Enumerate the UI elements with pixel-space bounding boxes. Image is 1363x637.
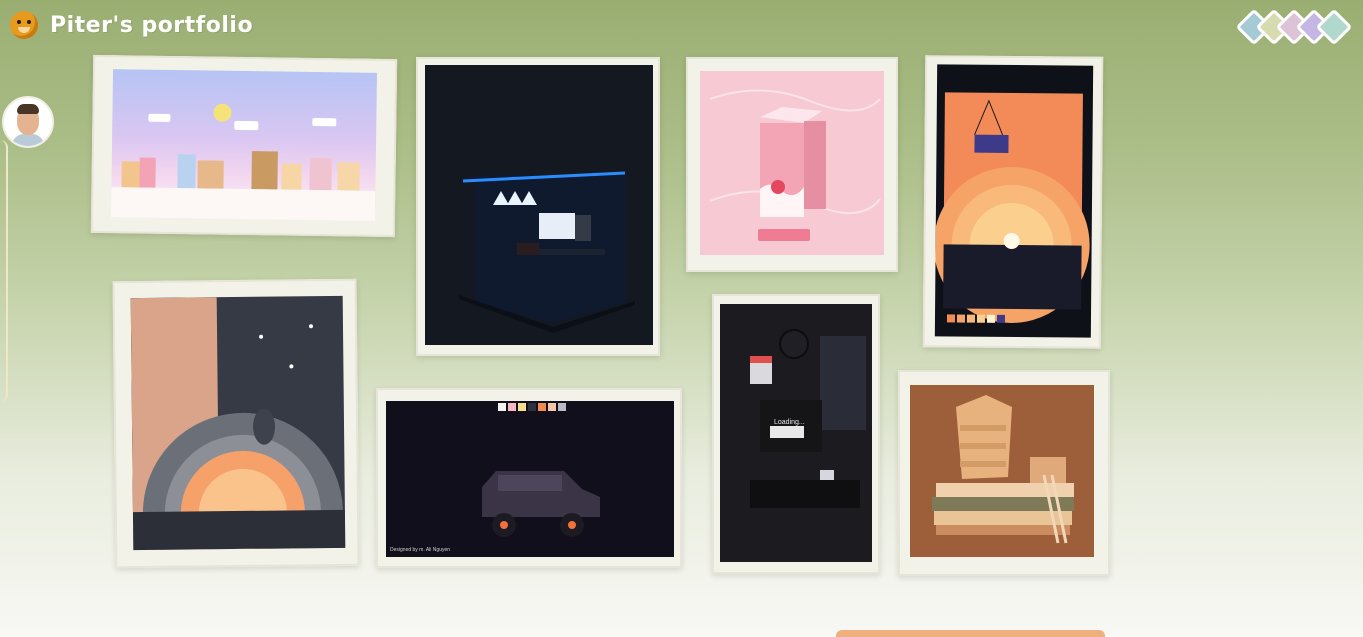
frame-pastel-town[interactable] — [90, 54, 398, 238]
header: Piter's portfolio — [10, 8, 253, 42]
loading-screen-artwork: Loading... — [720, 304, 872, 562]
svg-text:Loading...: Loading... — [774, 419, 805, 426]
frame-sunset-plant[interactable] — [922, 55, 1104, 349]
strawberry-milk-artwork — [700, 71, 884, 255]
diamond-5-icon — [1315, 8, 1353, 46]
sunset-plant-artwork — [934, 64, 1094, 338]
frame-night-balloon[interactable] — [112, 278, 360, 569]
frame-book-shelf[interactable] — [898, 370, 1110, 576]
page-title[interactable]: Piter's portfolio — [50, 13, 253, 38]
avatar-hair — [17, 104, 39, 114]
offroad-car-artwork: Designed by m. Ali Nguyen — [386, 401, 674, 557]
profile-avatar-icon[interactable] — [2, 96, 54, 148]
frame-strawberry-milk[interactable] — [686, 57, 898, 272]
bottom-drawer-handle[interactable] — [836, 630, 1105, 637]
book-shelf-artwork — [910, 385, 1094, 557]
night-balloon-artwork — [130, 295, 346, 551]
frame-gaming-room[interactable] — [416, 57, 660, 356]
frame-offroad-car[interactable]: Designed by m. Ali Nguyen — [376, 388, 682, 568]
frame-loading-screen[interactable]: Loading... — [712, 294, 880, 574]
side-drawer-edge[interactable] — [0, 140, 8, 402]
pastel-town-artwork — [110, 69, 378, 221]
gaming-room-artwork — [425, 65, 653, 345]
avatar-shirt — [12, 134, 44, 146]
svg-text:Designed by m. Ali Nguyen: Designed by m. Ali Nguyen — [390, 547, 450, 553]
diamond-stack-menu-icon[interactable] — [1235, 8, 1355, 50]
monkey-face-icon[interactable] — [10, 11, 38, 39]
